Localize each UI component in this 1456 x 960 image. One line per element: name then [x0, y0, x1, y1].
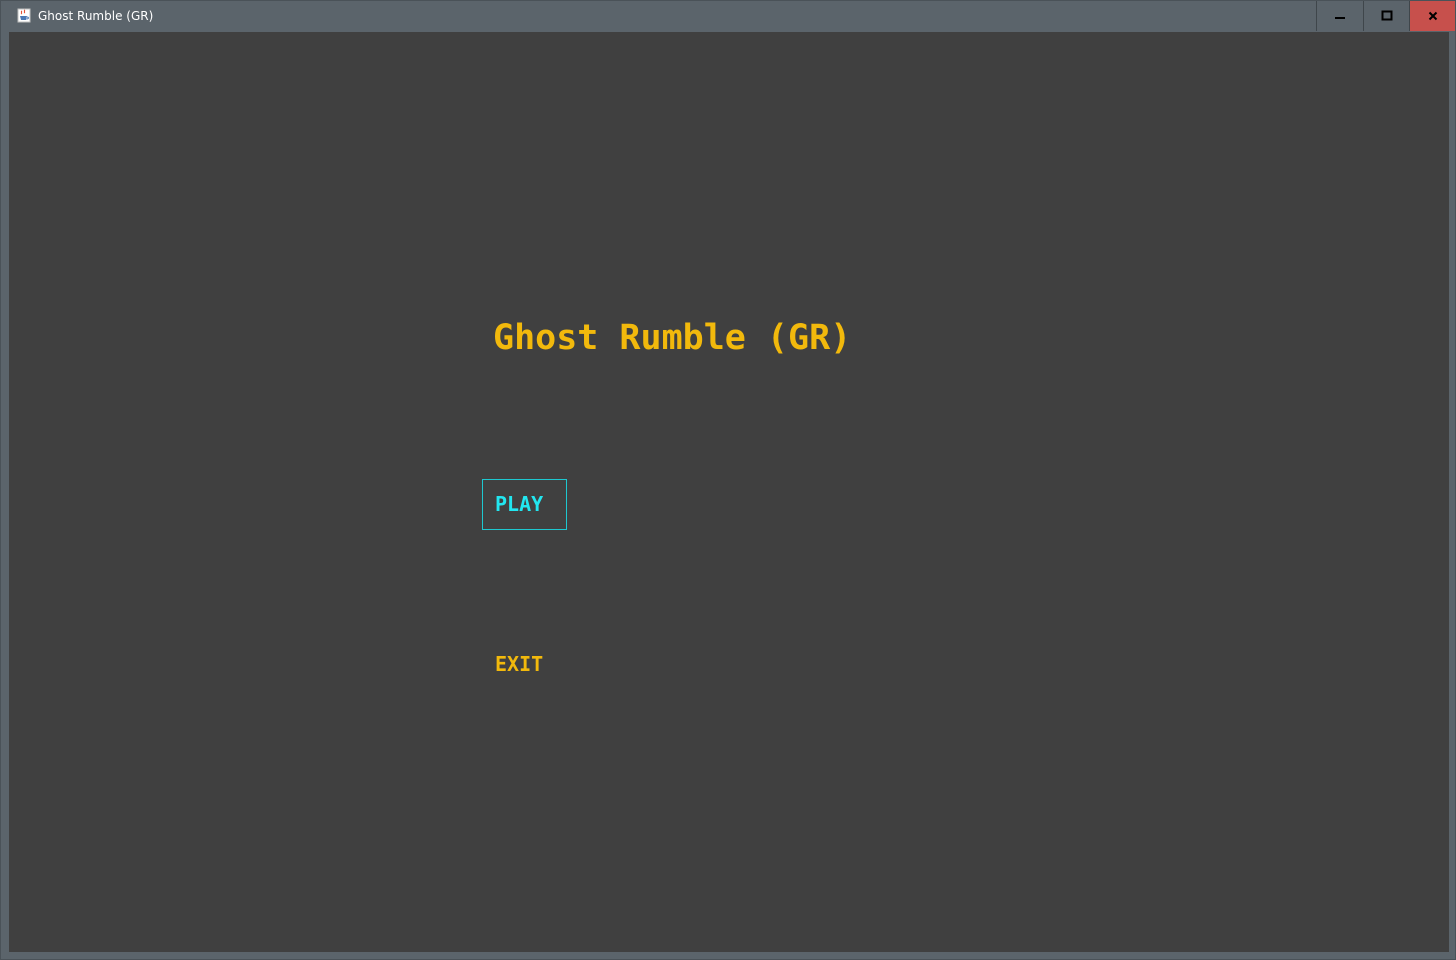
close-icon: [1428, 11, 1437, 21]
exit-menu-item[interactable]: EXIT: [482, 639, 567, 690]
game-canvas[interactable]: Ghost Rumble (GR) PLAY EXIT: [9, 32, 1449, 952]
minimize-icon: [1335, 17, 1345, 19]
window-controls: [1316, 1, 1455, 31]
play-label: PLAY: [495, 492, 544, 516]
app-window: Ghost Rumble (GR) Ghost Rumble (GR) PLAY…: [0, 0, 1456, 960]
maximize-icon: [1381, 10, 1392, 21]
play-menu-item[interactable]: PLAY: [482, 479, 567, 530]
maximize-button[interactable]: [1363, 1, 1409, 31]
game-title: Ghost Rumble (GR): [493, 318, 852, 358]
close-button[interactable]: [1409, 1, 1455, 31]
window-title: Ghost Rumble (GR): [38, 9, 154, 23]
minimize-button[interactable]: [1317, 1, 1363, 31]
java-cup-icon: [17, 8, 31, 23]
exit-label: EXIT: [495, 652, 544, 676]
title-bar[interactable]: Ghost Rumble (GR): [1, 1, 1455, 31]
